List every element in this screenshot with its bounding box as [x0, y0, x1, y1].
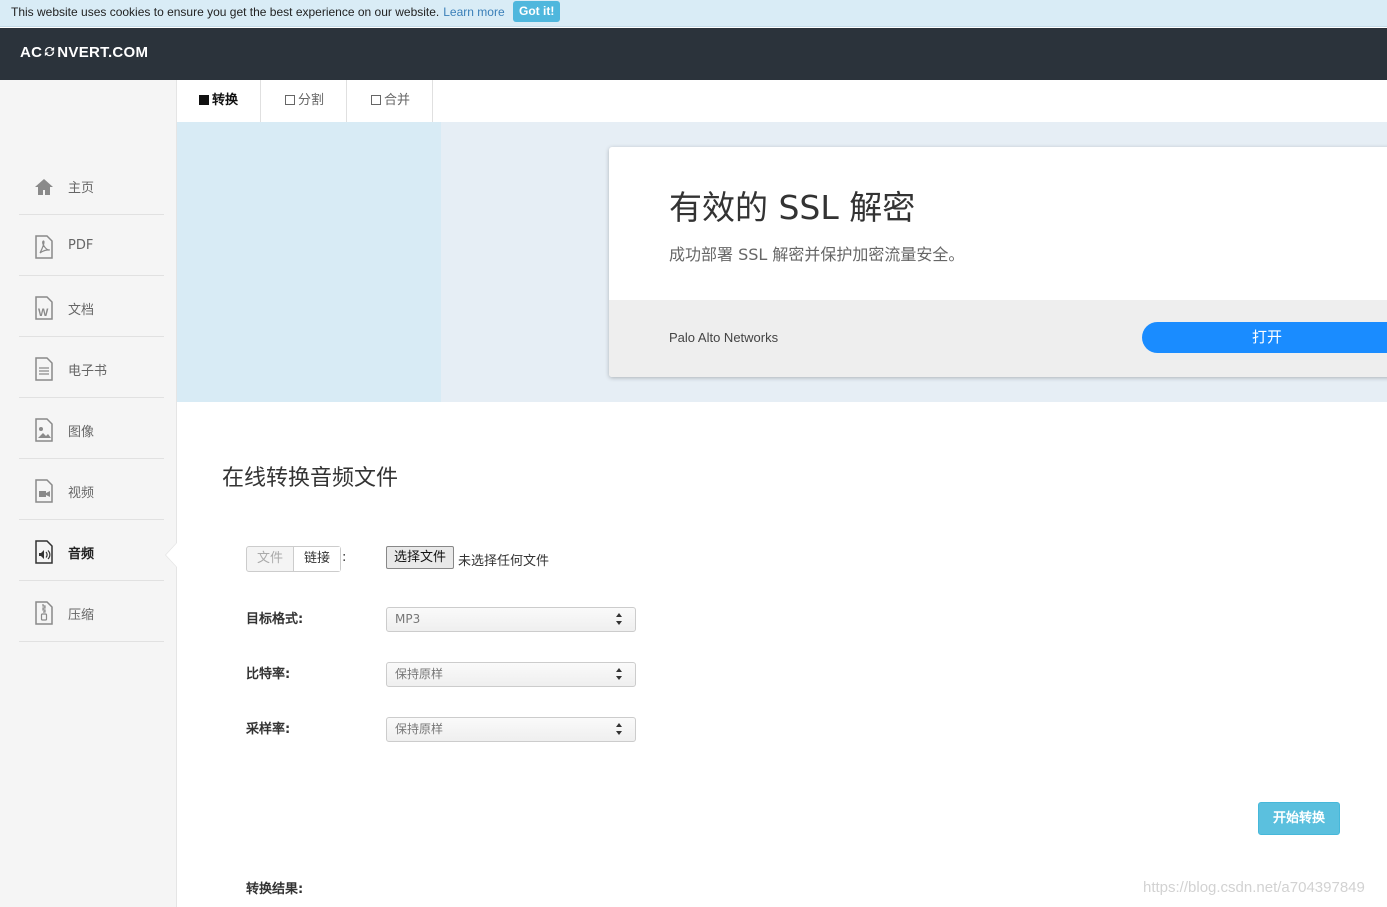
- ad-brand: Palo Alto Networks: [669, 330, 779, 345]
- logo-suffix: NVERT.COM: [57, 44, 149, 61]
- sidebar-item-label: 视频: [68, 486, 95, 501]
- choose-file-button[interactable]: 选择文件: [386, 546, 455, 569]
- select-value: 保持原样: [395, 722, 444, 736]
- tab-label: 合并: [384, 93, 411, 108]
- ad-footer: Palo Alto Networks 打开: [609, 300, 1387, 377]
- image-file-icon: [35, 418, 53, 442]
- pdf-file-icon: [35, 235, 53, 259]
- sidebar-item-label: 音频: [68, 547, 95, 562]
- sidebar-item-document[interactable]: W 文档: [19, 276, 164, 337]
- sample-rate-label: 采样率:: [246, 722, 291, 737]
- ad-subtitle: 成功部署 SSL 解密并保护加密流量安全。: [669, 245, 965, 264]
- sidebar-item-label: PDF: [68, 238, 94, 253]
- bitrate-label: 比特率:: [246, 667, 291, 682]
- word-document-icon: W: [35, 296, 53, 320]
- select-arrows-icon: [616, 668, 622, 680]
- ad-left-panel: [177, 122, 441, 402]
- sidebar-item-label: 文档: [68, 303, 95, 318]
- source-colon: :: [342, 550, 347, 565]
- tab-merge[interactable]: 合并: [347, 80, 433, 122]
- page-title: 在线转换音频文件: [222, 466, 399, 491]
- file-status: 未选择任何文件: [458, 554, 550, 569]
- start-convert-button[interactable]: 开始转换: [1258, 802, 1340, 835]
- ebook-icon: [35, 357, 53, 381]
- video-file-icon: [35, 479, 53, 503]
- target-format-select[interactable]: MP3: [386, 607, 636, 632]
- site-logo[interactable]: AC NVERT.COM: [20, 44, 148, 61]
- home-icon: [35, 179, 53, 195]
- target-format-label: 目标格式:: [246, 612, 304, 627]
- ad-open-button[interactable]: 打开: [1142, 322, 1387, 353]
- sidebar: 主页 PDF W 文档 电子书 图像 视频 音频 压缩: [0, 80, 177, 907]
- checkbox-icon: [285, 95, 295, 105]
- sidebar-item-label: 图像: [68, 425, 95, 440]
- sample-rate-select[interactable]: 保持原样: [386, 717, 636, 742]
- tab-label: 转换: [212, 93, 239, 108]
- sidebar-item-archive[interactable]: 压缩: [19, 581, 164, 642]
- sidebar-item-label: 主页: [68, 181, 95, 196]
- source-link-tab[interactable]: 链接: [293, 547, 341, 571]
- select-value: MP3: [395, 612, 421, 626]
- select-value: 保持原样: [395, 667, 444, 681]
- archive-file-icon: [35, 601, 53, 625]
- sidebar-item-home[interactable]: 主页: [19, 154, 164, 215]
- tab-split[interactable]: 分割: [261, 80, 347, 122]
- convert-arrows-icon: [45, 46, 55, 57]
- sidebar-item-pdf[interactable]: PDF: [19, 215, 164, 276]
- source-file-tab[interactable]: 文件: [247, 547, 293, 571]
- ad-title: 有效的 SSL 解密: [669, 188, 916, 227]
- cookie-text: This website uses cookies to ensure you …: [11, 5, 440, 19]
- watermark-text: https://blog.csdn.net/a704397849: [1143, 879, 1365, 896]
- svg-text:W: W: [38, 307, 49, 319]
- sidebar-item-ebook[interactable]: 电子书: [19, 337, 164, 398]
- logo-prefix: AC: [20, 44, 43, 61]
- source-type-toggle: 文件 链接: [246, 546, 342, 572]
- ad-banner-area: 有效的 SSL 解密 成功部署 SSL 解密并保护加密流量安全。 Palo Al…: [177, 122, 1387, 402]
- tab-convert[interactable]: 转换: [177, 80, 261, 122]
- cookie-message: This website uses cookies to ensure you …: [11, 5, 505, 19]
- sidebar-item-label: 电子书: [68, 364, 108, 379]
- sidebar-item-video[interactable]: 视频: [19, 459, 164, 520]
- active-item-caret: [166, 543, 177, 567]
- sidebar-item-audio[interactable]: 音频: [19, 520, 164, 581]
- bitrate-select[interactable]: 保持原样: [386, 662, 636, 687]
- ad-card[interactable]: 有效的 SSL 解密 成功部署 SSL 解密并保护加密流量安全。 Palo Al…: [609, 147, 1387, 377]
- audio-file-icon: [35, 540, 53, 564]
- tab-label: 分割: [298, 93, 325, 108]
- select-arrows-icon: [616, 613, 622, 625]
- sidebar-item-label: 压缩: [68, 608, 95, 623]
- sidebar-item-image[interactable]: 图像: [19, 398, 164, 459]
- cookie-consent-bar: This website uses cookies to ensure you …: [0, 0, 1387, 27]
- result-label: 转换结果:: [246, 882, 304, 897]
- select-arrows-icon: [616, 723, 622, 735]
- checkbox-icon: [199, 95, 209, 105]
- checkbox-icon: [371, 95, 381, 105]
- learn-more-link[interactable]: Learn more: [443, 5, 504, 19]
- top-navbar: AC NVERT.COM: [0, 28, 1387, 80]
- cookie-accept-button[interactable]: Got it!: [513, 1, 561, 22]
